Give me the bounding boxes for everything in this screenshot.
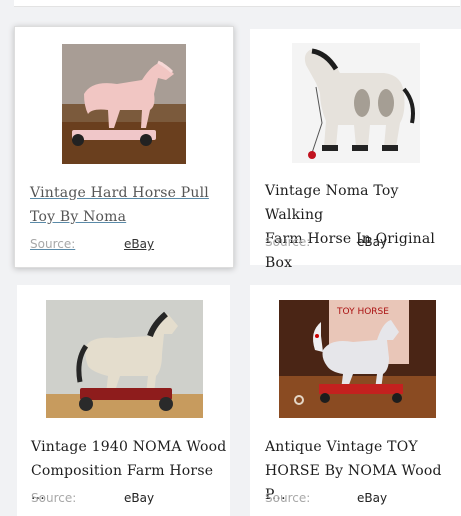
product-title-line[interactable]: Vintage 1940 NOMA Wood: [31, 435, 230, 459]
product-image[interactable]: [62, 44, 186, 164]
product-card[interactable]: TOY HORSE Antique Vintage TOY HORSE By N…: [250, 285, 461, 516]
product-card[interactable]: Vintage Hard Horse Pull Toy By Noma Sour…: [14, 26, 234, 268]
product-image[interactable]: [46, 300, 203, 418]
product-image[interactable]: [292, 43, 420, 163]
source-label: Source:: [265, 235, 311, 249]
source-value[interactable]: eBay: [124, 237, 154, 251]
source-label: Source:: [265, 491, 311, 505]
horse-pull-toy-photo-icon: [46, 300, 203, 418]
product-title-line[interactable]: Vintage Hard Horse Pull: [30, 181, 230, 205]
previous-row-card-edge: [14, 0, 460, 7]
product-title-line[interactable]: Antique Vintage TOY: [265, 435, 461, 459]
product-title-line[interactable]: Toy By Noma: [30, 205, 230, 229]
source-value[interactable]: eBay: [124, 491, 154, 505]
source-label: Source:: [31, 491, 77, 505]
source-label: Source:: [30, 237, 76, 251]
horse-pull-toy-photo-icon: [62, 44, 186, 164]
box-label: TOY HORSE: [336, 307, 389, 317]
horse-walking-toy-photo-icon: [292, 43, 420, 163]
product-card[interactable]: Vintage 1940 NOMA Wood Composition Farm …: [17, 285, 230, 516]
product-title[interactable]: Vintage Noma Toy Walking Farm Horse In O…: [265, 179, 461, 275]
source-value[interactable]: eBay: [357, 491, 387, 505]
product-card[interactable]: Vintage Noma Toy Walking Farm Horse In O…: [250, 29, 461, 271]
product-image[interactable]: TOY HORSE: [279, 300, 436, 418]
source-value[interactable]: eBay: [357, 235, 387, 249]
product-title-line[interactable]: Vintage Noma Toy Walking: [265, 179, 461, 227]
product-title[interactable]: Vintage Hard Horse Pull Toy By Noma: [30, 181, 230, 229]
horse-pull-toy-photo-icon: TOY HORSE: [279, 300, 436, 418]
